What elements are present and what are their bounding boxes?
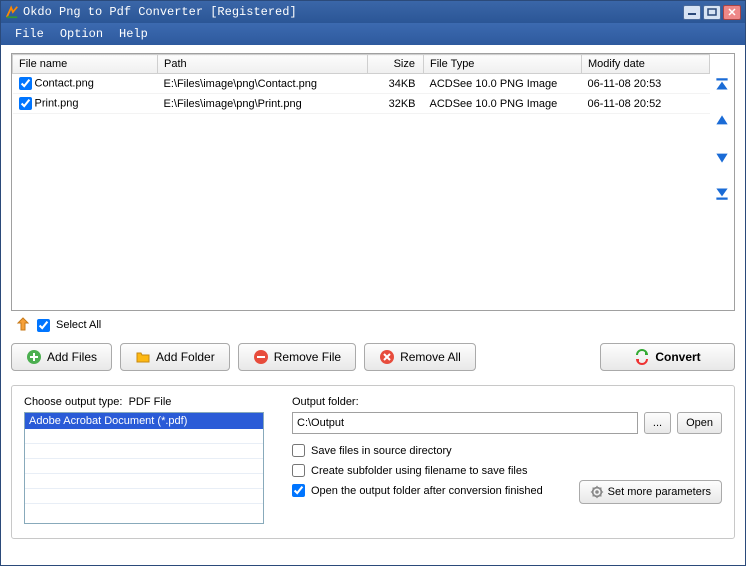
output-folder-label: Output folder: [292,396,722,408]
col-modify[interactable]: Modify date [582,55,710,74]
menu-help[interactable]: Help [111,25,156,43]
remove-file-button[interactable]: Remove File [238,343,356,371]
gear-icon [590,485,604,499]
move-bottom-button[interactable] [713,184,731,202]
grid-header-row: File name Path Size File Type Modify dat… [13,55,710,74]
convert-icon [634,349,650,365]
close-button[interactable] [723,5,741,20]
col-filename[interactable]: File name [13,55,158,74]
titlebar: Okdo Png to Pdf Converter [Registered] [1,1,745,23]
table-row[interactable]: Contact.pngE:\Files\image\png\Contact.pn… [13,74,710,94]
save-source-label: Save files in source directory [311,445,452,457]
save-source-checkbox[interactable] [292,444,305,457]
output-panel: Choose output type: PDF File Adobe Acrob… [11,385,735,539]
col-size[interactable]: Size [368,55,424,74]
add-files-button[interactable]: Add Files [11,343,112,371]
window-title: Okdo Png to Pdf Converter [Registered] [23,5,683,19]
select-all-label: Select All [56,319,101,331]
output-folder-input[interactable] [292,412,638,434]
reorder-controls [710,54,734,310]
col-filetype[interactable]: File Type [424,55,582,74]
create-subfolder-checkbox[interactable] [292,464,305,477]
folder-icon [135,349,151,365]
move-up-button[interactable] [713,112,731,130]
minimize-button[interactable] [683,5,701,20]
output-type-item[interactable]: Adobe Acrobat Document (*.pdf) [25,413,263,429]
maximize-button[interactable] [703,5,721,20]
menu-file[interactable]: File [7,25,52,43]
up-level-icon[interactable] [15,317,31,333]
col-path[interactable]: Path [158,55,368,74]
plus-icon [26,349,42,365]
minus-icon [253,349,269,365]
open-folder-button[interactable]: Open [677,412,722,434]
menu-option[interactable]: Option [52,25,111,43]
open-after-label: Open the output folder after conversion … [311,485,543,497]
row-checkbox[interactable] [19,97,32,110]
convert-button[interactable]: Convert [600,343,735,371]
app-icon [5,5,19,19]
output-type-list[interactable]: Adobe Acrobat Document (*.pdf) [24,412,264,524]
choose-output-type-label: Choose output type: PDF File [24,396,264,408]
remove-all-button[interactable]: Remove All [364,343,476,371]
open-after-checkbox[interactable] [292,484,305,497]
row-checkbox[interactable] [19,77,32,90]
move-top-button[interactable] [713,76,731,94]
add-folder-button[interactable]: Add Folder [120,343,230,371]
menubar: File Option Help [1,23,745,45]
remove-all-icon [379,349,395,365]
create-subfolder-label: Create subfolder using filename to save … [311,465,527,477]
select-all-row: Select All [11,311,735,343]
browse-button[interactable]: ... [644,412,671,434]
file-grid: File name Path Size File Type Modify dat… [11,53,735,311]
action-button-row: Add Files Add Folder Remove File Remove … [11,343,735,371]
set-more-parameters-button[interactable]: Set more parameters [579,480,722,504]
move-down-button[interactable] [713,148,731,166]
select-all-checkbox[interactable] [37,319,50,332]
table-row[interactable]: Print.pngE:\Files\image\png\Print.png32K… [13,94,710,114]
